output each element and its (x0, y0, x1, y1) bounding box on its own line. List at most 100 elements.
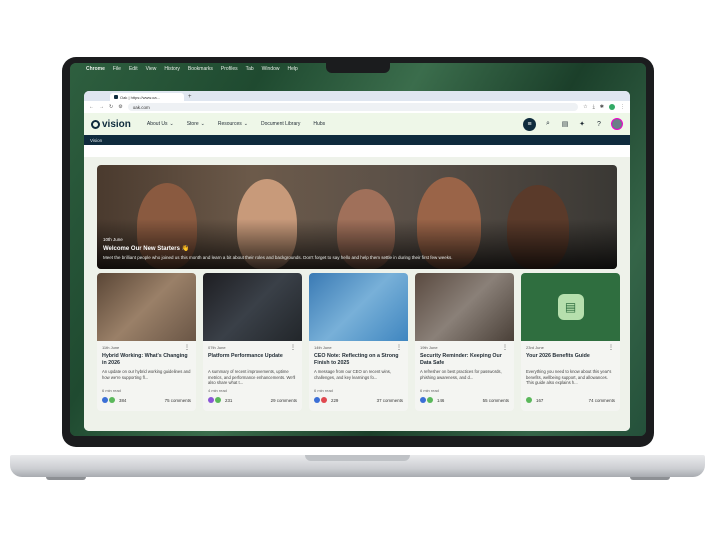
star-icon[interactable]: ☆ (583, 104, 587, 110)
news-card[interactable]: 19th June ⋮ Security Reminder: Keeping O… (415, 273, 514, 411)
news-card[interactable]: ▤ 23rd June ⋮ Your 2026 Benefits Guide E… (521, 273, 620, 411)
comments-link[interactable]: 74 comments (589, 398, 615, 403)
more-options-icon[interactable]: ⋮ (290, 344, 296, 351)
celebrate-reaction-icon[interactable] (427, 397, 433, 403)
celebrate-reaction-icon[interactable] (215, 397, 221, 403)
kebab-menu-icon[interactable]: ⋮ (620, 104, 625, 110)
comments-link[interactable]: 29 comments (271, 398, 297, 403)
menu-chrome[interactable]: Chrome (86, 66, 105, 72)
laptop-base-notch (305, 455, 410, 461)
card-date: 14th June (314, 345, 332, 350)
card-read-time: 4 min read (208, 388, 227, 393)
menu-icon[interactable]: ≡ (523, 117, 536, 131)
laptop-foot (630, 477, 670, 480)
more-options-icon[interactable]: ⋮ (608, 344, 614, 351)
card-image (309, 273, 408, 341)
like-reaction-icon[interactable] (102, 397, 108, 403)
address-bar-row: ← → ↻ ⚙ oak.com ☆ ⤓ ✱ ⋮ (84, 101, 630, 113)
back-icon[interactable]: ← (89, 104, 94, 110)
reaction-count: 231 (225, 397, 233, 403)
comments-link[interactable]: 75 comments (165, 398, 191, 403)
menu-tab[interactable]: Tab (246, 66, 254, 72)
card-image (97, 273, 196, 341)
card-image (415, 273, 514, 341)
more-options-icon[interactable]: ⋮ (396, 344, 402, 351)
menu-view[interactable]: View (146, 66, 157, 72)
menu-window[interactable]: Window (262, 66, 280, 72)
logo-text: vision (102, 118, 131, 130)
celebrate-reaction-icon[interactable] (109, 397, 115, 403)
love-reaction-icon[interactable] (208, 397, 214, 403)
card-title: Your 2026 Benefits Guide (526, 353, 590, 359)
tab-title: Oak | https://www.oa... (120, 94, 160, 100)
new-tab-button[interactable]: + (188, 93, 192, 101)
nav-store-label: Store (186, 121, 199, 127)
like-reaction-icon[interactable] (420, 397, 426, 403)
nav-hubs[interactable]: Hubs (313, 121, 325, 127)
news-card[interactable]: 07th June ⋮ Platform Performance Update … (203, 273, 302, 411)
card-date: 19th June (420, 345, 438, 350)
menu-bookmarks[interactable]: Bookmarks (188, 66, 213, 72)
url-field[interactable]: oak.com (127, 103, 579, 111)
laptop-screen: Chrome File Edit View History Bookmarks … (70, 63, 646, 436)
menu-help[interactable]: Help (287, 66, 297, 72)
help-icon[interactable]: ? (594, 119, 604, 129)
card-title: CEO Note: Reflecting on a Strong Finish … (314, 353, 399, 366)
browser-tab[interactable]: Oak | https://www.oa... (110, 93, 184, 101)
card-description: An update on our hybrid working guidelin… (102, 369, 191, 380)
nav-store[interactable]: Store ⌄ (187, 121, 205, 127)
site-info-icon[interactable]: ⚙ (118, 104, 122, 110)
chat-icon[interactable]: ▤ (560, 119, 570, 129)
chevron-down-icon: ⌄ (200, 121, 205, 127)
hero-banner[interactable]: 10th June Welcome Our New Starters 👋 Mee… (97, 165, 617, 269)
logo-mark-icon (91, 119, 100, 129)
reaction-count: 384 (119, 397, 127, 403)
benefits-document-icon: ▤ (557, 294, 584, 320)
forward-icon[interactable]: → (99, 104, 104, 110)
card-read-time: 6 min read (420, 388, 439, 393)
comments-link[interactable]: 55 comments (483, 398, 509, 403)
hero-date: 10th June (103, 237, 123, 242)
news-card[interactable]: 14th June ⋮ CEO Note: Reflecting on a St… (309, 273, 408, 411)
nav-document-library[interactable]: Document Library (261, 121, 300, 127)
extensions-icon[interactable]: ✱ (600, 104, 604, 110)
more-options-icon[interactable]: ⋮ (502, 344, 508, 351)
card-footer: 167 74 comments (526, 397, 615, 403)
card-title: Hybrid Working: What's Changing in 2026 (102, 353, 188, 366)
breadcrumb: Vision (84, 135, 630, 145)
card-date: 23rd June (526, 345, 544, 350)
news-card[interactable]: 11th June ⋮ Hybrid Working: What's Chang… (97, 273, 196, 411)
header-actions: ≡ ⌕ ▤ ✦ ? (523, 117, 623, 131)
menu-profiles[interactable]: Profiles (221, 66, 238, 72)
card-image: ▤ (521, 273, 620, 341)
hero-gradient (97, 219, 617, 269)
celebrate-reaction-icon[interactable] (526, 397, 532, 403)
card-footer: 231 29 comments (208, 397, 297, 403)
like-reaction-icon[interactable] (314, 397, 320, 403)
card-title: Security Reminder: Keeping Our Data Safe (420, 353, 502, 366)
card-date: 07th June (208, 345, 226, 350)
reload-icon[interactable]: ↻ (109, 104, 113, 110)
menu-file[interactable]: File (113, 66, 121, 72)
comments-link[interactable]: 37 comments (377, 398, 403, 403)
more-options-icon[interactable]: ⋮ (184, 344, 190, 351)
card-description: Everything you need to know about this y… (526, 369, 612, 386)
hero-text: Meet the brilliant people who joined us … (103, 255, 453, 260)
nav-about-us-label: About Us (146, 121, 168, 127)
download-icon[interactable]: ⤓ (593, 104, 595, 110)
magic-wand-icon[interactable]: ✦ (577, 119, 587, 129)
card-footer: 146 55 comments (420, 397, 509, 403)
menu-history[interactable]: History (164, 66, 180, 72)
site-logo[interactable]: vision (91, 119, 131, 130)
profile-icon[interactable] (609, 104, 615, 110)
hero-title: Welcome Our New Starters 👋 (103, 246, 190, 252)
news-cards: 11th June ⋮ Hybrid Working: What's Chang… (97, 273, 620, 411)
card-title: Platform Performance Update (208, 353, 283, 359)
heart-reaction-icon[interactable] (321, 397, 327, 403)
search-icon[interactable]: ⌕ (543, 119, 553, 129)
nav-about-us[interactable]: About Us ⌄ (147, 121, 174, 127)
menu-edit[interactable]: Edit (129, 66, 138, 72)
card-footer: 229 37 comments (314, 397, 403, 403)
avatar[interactable] (611, 118, 623, 130)
nav-resources[interactable]: Resources ⌄ (218, 121, 248, 127)
